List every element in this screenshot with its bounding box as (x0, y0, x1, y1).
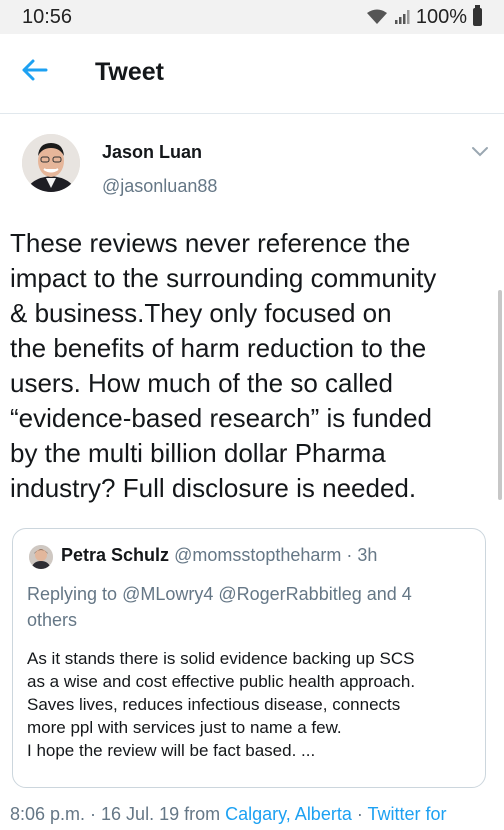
quote-handle-time: @momsstoptheharm · 3h (174, 545, 378, 565)
replying-to: Replying to @MLowry4 @RogerRabbitleg and… (27, 581, 467, 633)
page-title: Tweet (95, 58, 164, 86)
scrollbar-thumb[interactable] (498, 290, 502, 500)
tweet-meta: 8:06 p.m. · 16 Jul. 19 from Calgary, Alb… (10, 804, 504, 825)
tweet-text-line: industry? Full disclosure is needed. (10, 473, 417, 503)
quote-author-name: Petra Schulz (61, 545, 170, 565)
status-time: 10:56 (22, 5, 73, 28)
chevron-down-icon (471, 145, 489, 163)
back-button[interactable] (14, 52, 54, 92)
signal-icon (394, 9, 410, 25)
tweet-text-line: the benefits of harm reduction to the (10, 333, 427, 363)
quote-body-line: I hope the review will be fact based. ..… (27, 741, 316, 760)
author-handle[interactable]: @jasonluan88 (102, 176, 217, 197)
tweet-text-line: impact to the surrounding community (10, 263, 437, 293)
avatar[interactable] (22, 134, 80, 192)
replying-suffix: and 4 (366, 584, 412, 604)
replying-mentions: @MLowry4 @RogerRabbitleg (122, 584, 362, 604)
quote-body-line: as a wise and cost effective public heal… (27, 672, 416, 691)
battery-icon (473, 5, 482, 26)
author-name[interactable]: Jason Luan (102, 142, 202, 163)
quote-body-line: As it stands there is solid evidence bac… (27, 649, 415, 668)
tweet-text-line: & business.They only focused on (10, 298, 392, 328)
meta-separator: · (351, 804, 368, 824)
tweet-text-line: “evidence-based research” is funded (10, 403, 433, 433)
location-link[interactable]: Calgary, Alberta (225, 804, 352, 824)
quoted-tweet-card[interactable]: Petra Schulz @momsstoptheharm · 3h Reply… (12, 528, 486, 788)
status-icons: 100% (366, 5, 482, 29)
tweet-menu-button[interactable] (466, 140, 494, 168)
quote-avatar (29, 545, 53, 569)
quote-body: As it stands there is solid evidence bac… (27, 647, 477, 762)
wifi-icon (366, 9, 388, 25)
replying-suffix-others: others (27, 610, 78, 630)
quote-body-line: more ppl with services just to name a fe… (27, 718, 342, 737)
status-bar: 10:56 100% (0, 0, 504, 34)
replying-prefix: Replying to (27, 584, 118, 604)
tweet-text-line: by the multi billion dollar Pharma (10, 438, 386, 468)
tweet-text-line: users. How much of the so called (10, 368, 393, 398)
tweet-timestamp: 8:06 p.m. · 16 Jul. 19 from (10, 804, 226, 824)
tweet-text-line: These reviews never reference the (10, 228, 411, 258)
app-bar: Tweet (0, 34, 504, 114)
back-arrow-icon (20, 58, 48, 87)
quote-header: Petra Schulz @momsstoptheharm · 3h (61, 545, 377, 566)
battery-percent: 100% (415, 5, 467, 28)
tweet-text: These reviews never reference the impact… (10, 226, 490, 506)
source-link[interactable]: Twitter for (368, 804, 447, 824)
quote-body-line: Saves lives, reduces infectious disease,… (27, 695, 401, 714)
